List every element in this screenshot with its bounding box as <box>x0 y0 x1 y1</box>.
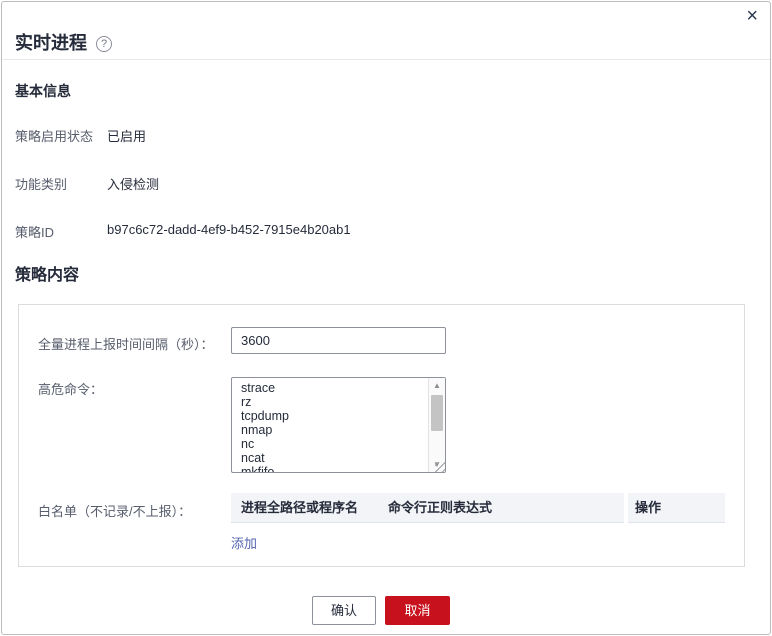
basic-info-heading: 基本信息 <box>15 83 71 99</box>
dangerous-commands-text: strace rz tcpdump nmap nc ncat mkfifo <box>241 381 289 472</box>
column-header-cmdline-regex: 命令行正则表达式 <box>377 493 624 523</box>
column-header-operation: 操作 <box>628 493 725 523</box>
confirm-button[interactable]: 确认 <box>312 596 376 625</box>
page-title: 实时进程? <box>15 29 112 55</box>
policy-id-row: 策略ID b97c6c72-dadd-4ef9-b452-7915e4b20ab… <box>15 222 351 240</box>
add-whitelist-link[interactable]: 添加 <box>231 533 257 552</box>
dangerous-commands-label: 高危命令： <box>38 382 104 397</box>
function-category-label: 功能类别 <box>15 177 68 192</box>
title-divider <box>2 59 770 60</box>
policy-status-label: 策略启用状态 <box>15 129 94 144</box>
cancel-button[interactable]: 取消 <box>385 596 450 625</box>
report-interval-label: 全量进程上报时间间隔（秒）： <box>38 337 214 352</box>
whitelist-table: 进程全路径或程序名 命令行正则表达式 操作 <box>231 493 725 523</box>
report-interval-input[interactable] <box>231 327 446 354</box>
policy-status-value: 已启用 <box>107 129 147 144</box>
policy-status-row: 策略启用状态 已启用 <box>15 126 146 144</box>
dialog-title-text: 实时进程 <box>15 33 87 53</box>
policy-id-value: b97c6c72-dadd-4ef9-b452-7915e4b20ab1 <box>107 222 351 237</box>
scrollbar-thumb[interactable] <box>431 395 443 431</box>
resize-grip-icon[interactable] <box>435 462 445 472</box>
function-category-value: 入侵检测 <box>107 177 160 192</box>
policy-id-label: 策略ID <box>15 225 55 240</box>
policy-content-box: 全量进程上报时间间隔（秒）： 高危命令： strace rz tcpdump n… <box>18 304 745 567</box>
policy-content-heading: 策略内容 <box>15 267 80 284</box>
function-category-row: 功能类别 入侵检测 <box>15 174 159 192</box>
whitelist-label: 白名单（不记录/不上报）： <box>38 504 192 519</box>
commands-scrollbar[interactable]: ▲ ▼ <box>428 378 445 472</box>
scroll-up-icon[interactable]: ▲ <box>429 378 445 393</box>
realtime-process-policy-dialog: × 实时进程? 基本信息 策略启用状态 已启用 功能类别 入侵检测 策略ID b… <box>1 1 771 635</box>
column-header-process-path: 进程全路径或程序名 <box>231 493 377 523</box>
dangerous-commands-textarea[interactable]: strace rz tcpdump nmap nc ncat mkfifo ▲ … <box>231 377 446 473</box>
help-icon[interactable]: ? <box>96 36 112 52</box>
close-icon[interactable]: × <box>746 6 758 26</box>
